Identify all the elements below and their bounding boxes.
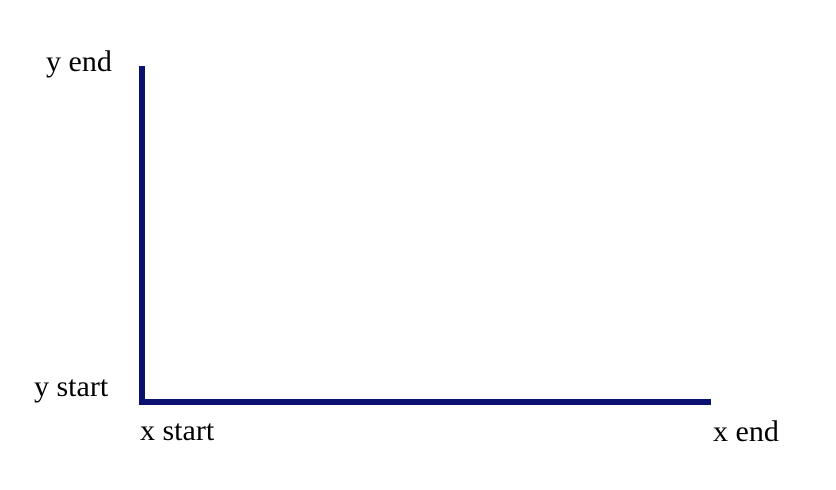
y-end-label: y end [46,45,112,78]
axes-diagram: y end y start x start x end [34,45,779,448]
x-end-label: x end [713,415,779,448]
y-start-label: y start [34,370,109,403]
x-start-label: x start [140,414,215,447]
